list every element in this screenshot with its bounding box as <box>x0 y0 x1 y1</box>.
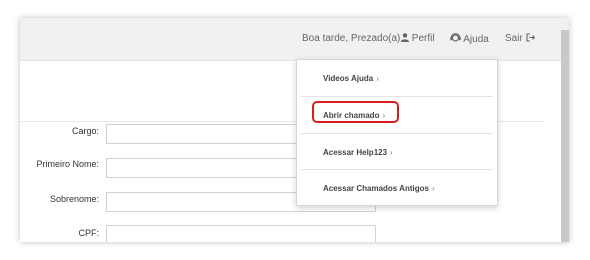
sair-label: Sair <box>505 33 523 44</box>
chevron-right-icon: › <box>390 147 393 157</box>
cargo-label: Cargo: <box>71 126 99 136</box>
scrollbar[interactable] <box>561 30 569 242</box>
menu-item-label: Acessar Help123 <box>323 147 388 157</box>
perfil-label: Perfil <box>411 33 435 44</box>
sair-link[interactable]: Sair <box>505 33 535 44</box>
helpdesk-icon <box>450 33 463 45</box>
menu-item-videos-ajuda[interactable]: Videos Ajuda › <box>297 60 497 96</box>
cpf-label: CPF: <box>78 228 99 238</box>
menu-item-label: Videos Ajuda <box>323 73 374 83</box>
chevron-right-icon: › <box>376 73 379 83</box>
ajuda-label: Ajuda <box>463 34 489 45</box>
exit-icon <box>526 33 535 44</box>
top-bar: Boa tarde, Prezado(a). Perfil Ajuda Sair <box>20 18 569 61</box>
primeiro-nome-label: Primeiro Nome: <box>36 159 99 169</box>
menu-item-acessar-chamados-antigos[interactable]: Acessar Chamados Antigos › <box>297 170 497 206</box>
abrir-chamado-highlight <box>312 101 399 123</box>
cpf-input[interactable] <box>106 225 376 242</box>
perfil-link[interactable]: Perfil <box>401 33 435 44</box>
user-icon <box>401 33 412 44</box>
menu-item-acessar-help123[interactable]: Acessar Help123 › <box>297 134 497 170</box>
greeting-text: Boa tarde, Prezado(a). <box>302 33 404 44</box>
app-window: Boa tarde, Prezado(a). Perfil Ajuda Sair… <box>20 18 569 242</box>
sobrenome-label: Sobrenome: <box>49 194 99 204</box>
menu-item-label: Acessar Chamados Antigos <box>323 183 429 193</box>
help-dropdown-menu: Videos Ajuda › Abrir chamado › Acessar H… <box>296 59 498 206</box>
ajuda-link[interactable]: Ajuda <box>450 33 489 45</box>
chevron-right-icon: › <box>431 183 435 193</box>
